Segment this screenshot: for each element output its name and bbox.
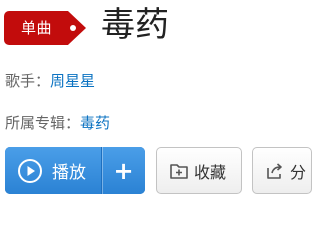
plus-icon: + [113,156,134,185]
single-type-label: 单曲 [21,19,53,37]
single-type-badge: 单曲 [4,11,86,45]
share-button-label: 分 [290,162,307,182]
play-circle-icon [18,158,42,183]
artist-label: 歌手： [5,72,51,90]
play-button-group: 播放 + [5,147,145,194]
album-label: 所属专辑： [5,114,81,132]
add-to-playlist-button[interactable]: + [101,147,145,194]
album-link[interactable]: 毒药 [80,114,110,132]
collect-button[interactable]: 收藏 [156,147,242,194]
artist-row: 歌手：周星星 [5,70,95,92]
share-icon [267,162,282,179]
folder-plus-icon [170,163,188,179]
album-row: 所属专辑：毒药 [5,112,110,134]
collect-button-label: 收藏 [194,162,227,182]
badge-dot [70,25,76,31]
song-title: 毒药 [101,5,169,45]
artist-link[interactable]: 周星星 [50,72,95,90]
play-button[interactable]: 播放 [5,147,101,194]
play-button-label: 播放 [52,163,86,183]
share-button[interactable]: 分 [252,147,312,194]
